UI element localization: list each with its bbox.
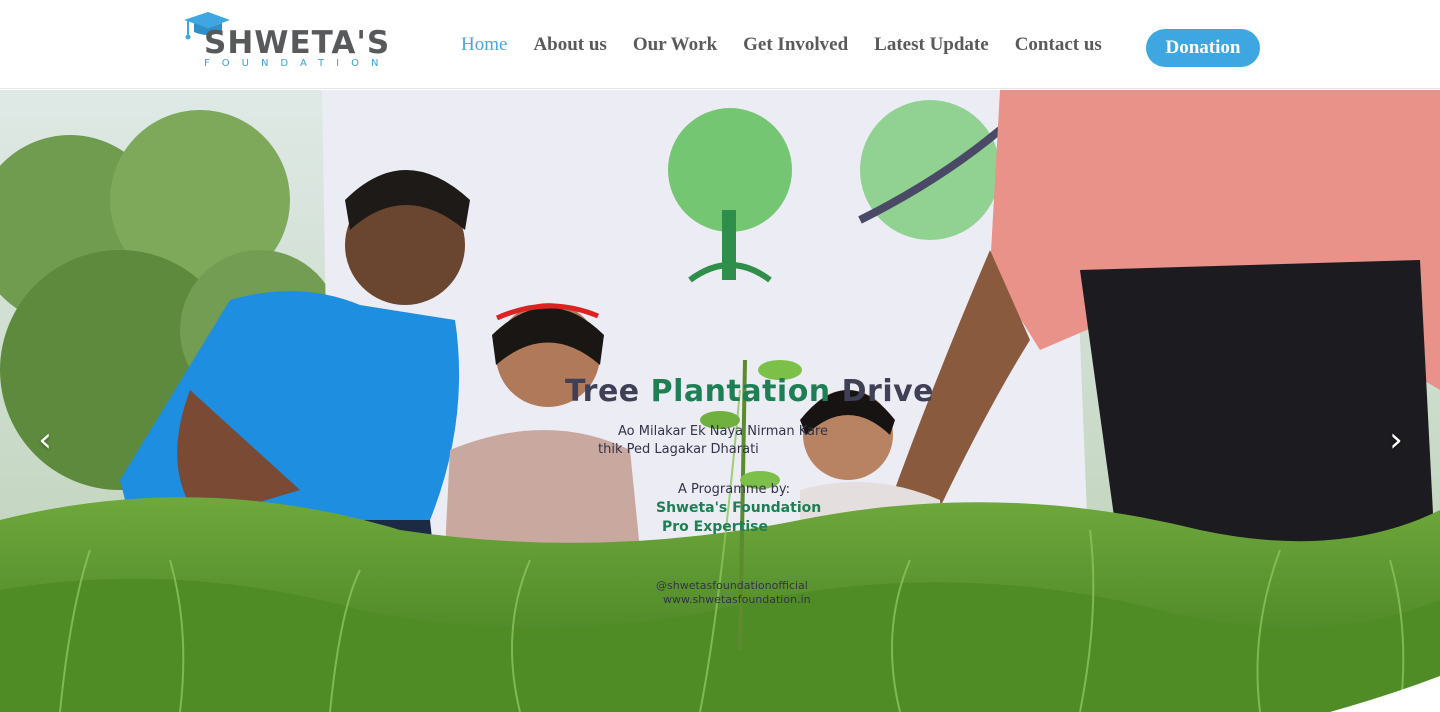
nav-get-involved[interactable]: Get Involved (743, 34, 848, 56)
banner-title-suffix: Drive (841, 374, 935, 409)
nav-about-us[interactable]: About us (533, 34, 606, 56)
nav-our-work[interactable]: Our Work (633, 34, 717, 56)
hero-slider: Tree Plantation Drive Ao Milakar Ek Naya… (0, 90, 1440, 712)
banner-line: thik Ped Lagakar Dharati (598, 442, 759, 457)
nav-latest-update[interactable]: Latest Update (874, 34, 989, 56)
banner-line: @shwetasfoundationofficial (656, 579, 808, 592)
banner-line: Pro Expertise (662, 519, 768, 535)
banner-line: A Programme by: (678, 482, 791, 497)
donation-button[interactable]: Donation (1146, 29, 1260, 67)
banner-title-prefix: Tree (565, 374, 640, 409)
banner-title-highlight: Plantation (650, 374, 831, 409)
nav-home[interactable]: Home (461, 34, 507, 56)
chevron-left-icon[interactable]: ‹ (30, 420, 60, 460)
banner-line: www.shwetasfoundation.in (663, 593, 811, 606)
nav-contact-us[interactable]: Contact us (1015, 34, 1102, 56)
banner-title: Tree Plantation Drive (565, 374, 934, 409)
chevron-right-icon[interactable]: › (1381, 420, 1411, 460)
logo-name: SHWETA'S (204, 25, 391, 61)
site-logo[interactable]: SHWETA'S FOUNDATION (184, 10, 424, 72)
logo-subtitle: FOUNDATION (204, 58, 391, 69)
banner-line: Shweta's Foundation (656, 500, 822, 516)
site-header: SHWETA'S FOUNDATION Home About us Our Wo… (0, 0, 1440, 89)
banner-line: Ao Milakar Ek Naya Nirman Kare (618, 424, 829, 439)
main-nav: Home About us Our Work Get Involved Late… (461, 0, 1128, 89)
